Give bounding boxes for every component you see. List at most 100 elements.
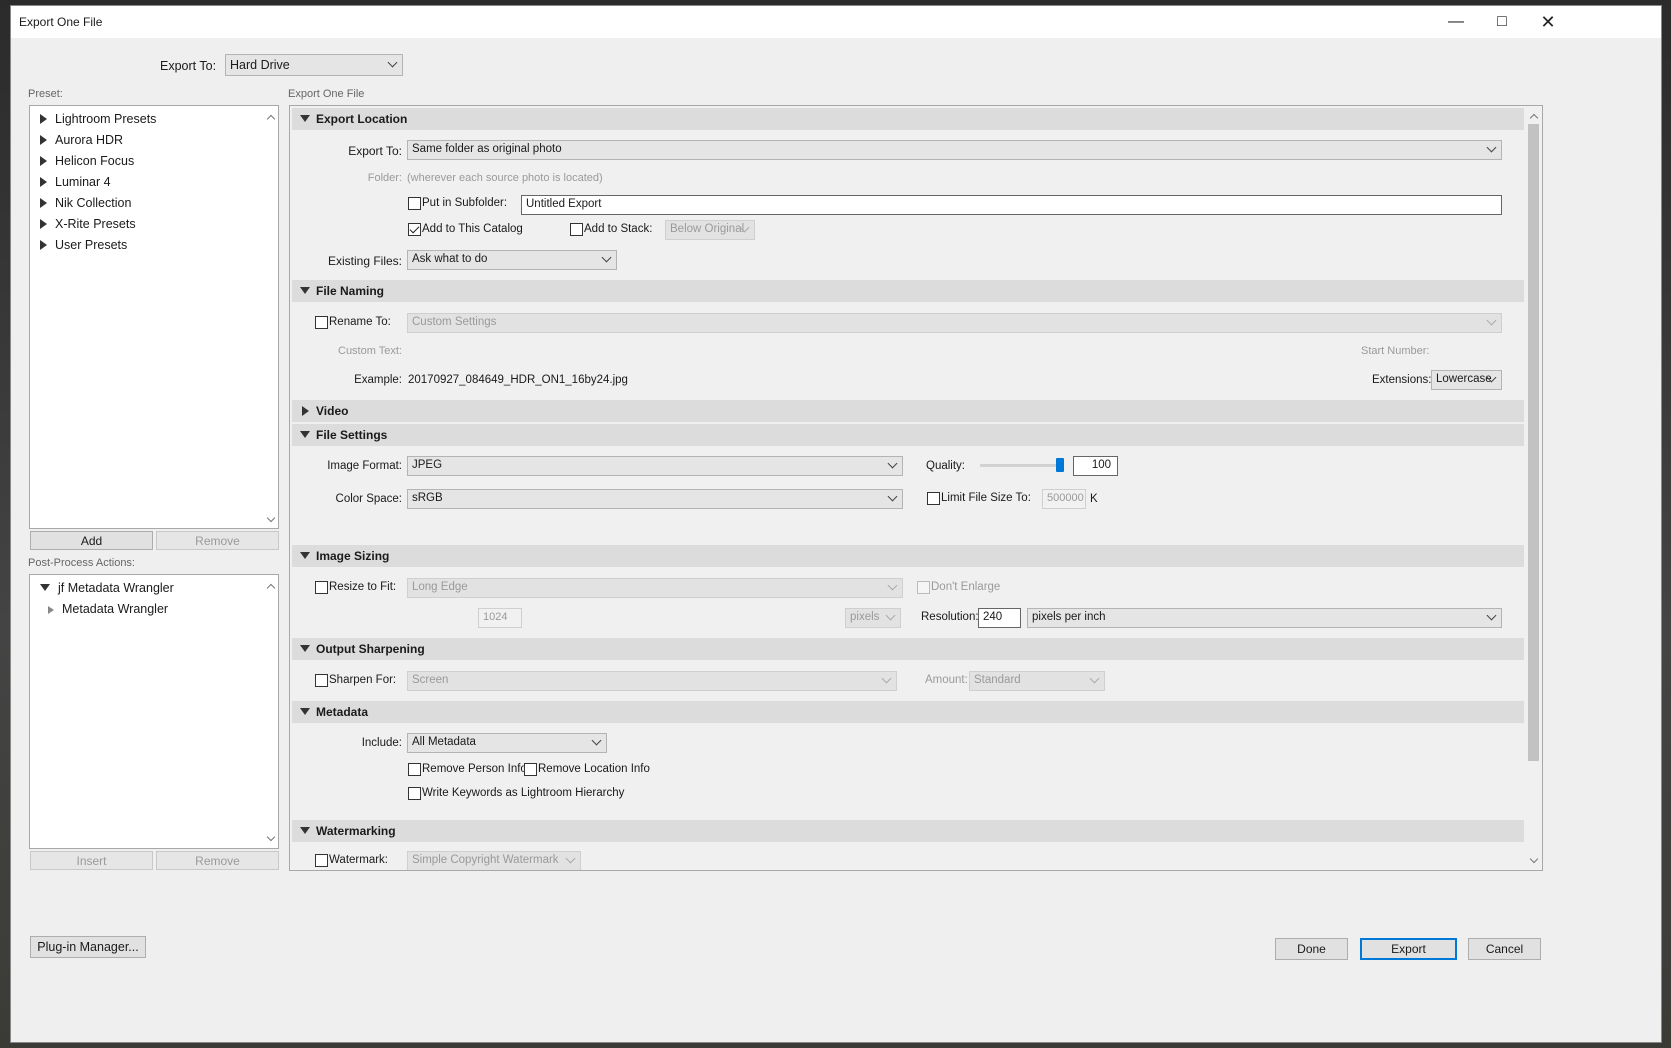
- preset-item[interactable]: Helicon Focus: [40, 154, 134, 168]
- chevron-down-icon: [1488, 317, 1496, 325]
- section-file-naming[interactable]: File Naming: [292, 280, 1524, 302]
- limit-file-size-input[interactable]: 500000: [1042, 489, 1086, 509]
- maximize-icon[interactable]: □: [1479, 6, 1525, 38]
- minimize-icon[interactable]: —: [1433, 6, 1479, 38]
- existing-files-select[interactable]: Ask what to do: [407, 250, 617, 270]
- section-video[interactable]: Video: [292, 400, 1524, 422]
- color-space-label: Color Space:: [335, 493, 402, 505]
- collapse-arrow-icon: [40, 584, 50, 591]
- include-metadata-select[interactable]: All Metadata: [407, 733, 607, 753]
- add-preset-button[interactable]: Add: [30, 531, 153, 550]
- scroll-down-icon[interactable]: [266, 514, 276, 524]
- preset-list[interactable]: Lightroom Presets Aurora HDR Helicon Foc…: [29, 105, 279, 529]
- image-format-label: Image Format:: [327, 460, 402, 472]
- rename-label: Rename To:: [329, 316, 391, 328]
- write-keywords-checkbox[interactable]: [408, 787, 421, 800]
- preset-item[interactable]: Aurora HDR: [40, 133, 123, 147]
- window-title: Export One File: [19, 15, 103, 29]
- section-export-location[interactable]: Export Location: [292, 108, 1524, 130]
- post-process-group[interactable]: jf Metadata Wrangler: [40, 581, 174, 595]
- quality-slider-thumb[interactable]: [1056, 458, 1064, 472]
- size-input[interactable]: 1024: [478, 608, 522, 628]
- amount-select[interactable]: Standard: [969, 671, 1105, 691]
- remove-person-info-checkbox[interactable]: [408, 763, 421, 776]
- close-icon[interactable]: ✕: [1525, 6, 1571, 38]
- watermark-checkbox[interactable]: [315, 854, 328, 867]
- scroll-up-icon[interactable]: [266, 581, 276, 591]
- limit-file-size-checkbox[interactable]: [927, 492, 940, 505]
- color-space-select[interactable]: sRGB: [407, 489, 903, 509]
- resize-checkbox[interactable]: [315, 581, 328, 594]
- limit-file-size-label: Limit File Size To:: [941, 492, 1031, 504]
- extensions-label: Extensions:: [1372, 374, 1432, 386]
- remove-person-info-label: Remove Person Info: [422, 763, 527, 775]
- chevron-down-icon: [887, 612, 895, 620]
- quality-input[interactable]: 100: [1073, 456, 1118, 476]
- extensions-select[interactable]: Lowercase: [1431, 370, 1502, 390]
- preset-item[interactable]: Nik Collection: [40, 196, 131, 210]
- section-image-sizing[interactable]: Image Sizing: [292, 545, 1524, 567]
- resolution-input[interactable]: 240: [978, 608, 1021, 628]
- scrollbar-thumb[interactable]: [1528, 124, 1539, 761]
- subfolder-label: Put in Subfolder:: [422, 197, 508, 209]
- chevron-down-icon: [389, 59, 397, 67]
- export-to-value: Hard Drive: [230, 58, 290, 72]
- section-output-sharpening[interactable]: Output Sharpening: [292, 638, 1524, 660]
- watermark-label: Watermark:: [329, 854, 388, 866]
- resolution-label: Resolution:: [921, 611, 979, 623]
- preset-item[interactable]: Luminar 4: [40, 175, 111, 189]
- resize-label: Resize to Fit:: [329, 581, 397, 593]
- quality-slider[interactable]: [980, 458, 1064, 472]
- add-to-catalog-checkbox[interactable]: [408, 223, 421, 236]
- export-to-select[interactable]: Hard Drive: [225, 54, 403, 76]
- section-metadata[interactable]: Metadata: [292, 701, 1524, 723]
- custom-text-label: Custom Text:: [338, 345, 402, 357]
- rename-template-select[interactable]: Custom Settings: [407, 313, 1502, 333]
- done-button[interactable]: Done: [1275, 938, 1348, 960]
- resolution-units-select[interactable]: pixels per inch: [1027, 608, 1502, 628]
- stack-position-select[interactable]: Below Original: [665, 220, 755, 240]
- image-format-select[interactable]: JPEG: [407, 456, 903, 476]
- subfolder-input[interactable]: Untitled Export: [521, 195, 1502, 215]
- scroll-up-icon[interactable]: [1529, 111, 1539, 121]
- preset-item[interactable]: Lightroom Presets: [40, 112, 156, 126]
- expand-arrow-icon: [40, 114, 47, 124]
- insert-action-button[interactable]: Insert: [30, 851, 153, 870]
- remove-preset-button[interactable]: Remove: [156, 531, 279, 550]
- settings-panel: Export Location Export To: Same folder a…: [289, 105, 1543, 871]
- add-to-stack-checkbox[interactable]: [570, 223, 583, 236]
- sharpen-label: Sharpen For:: [329, 674, 397, 686]
- export-button[interactable]: Export: [1360, 938, 1457, 960]
- sharpen-checkbox[interactable]: [315, 674, 328, 687]
- resize-mode-select[interactable]: Long Edge: [407, 578, 903, 598]
- scroll-down-icon[interactable]: [1529, 855, 1539, 865]
- scroll-down-icon[interactable]: [266, 833, 276, 843]
- watermark-select[interactable]: Simple Copyright Watermark: [407, 851, 581, 870]
- post-process-action[interactable]: Metadata Wrangler: [48, 602, 168, 616]
- size-units-select[interactable]: pixels: [845, 608, 901, 628]
- example-label: Example:: [354, 374, 402, 386]
- collapse-arrow-icon: [300, 827, 310, 834]
- cancel-button[interactable]: Cancel: [1468, 938, 1541, 960]
- remove-location-info-checkbox[interactable]: [524, 763, 537, 776]
- export-location-select[interactable]: Same folder as original photo: [407, 140, 1502, 160]
- preset-item[interactable]: X-Rite Presets: [40, 217, 136, 231]
- section-file-settings[interactable]: File Settings: [292, 424, 1524, 446]
- collapse-arrow-icon: [300, 431, 310, 438]
- plugin-manager-button[interactable]: Plug-in Manager...: [30, 936, 146, 958]
- section-watermarking[interactable]: Watermarking: [292, 820, 1524, 842]
- scroll-up-icon[interactable]: [266, 112, 276, 122]
- subfolder-checkbox[interactable]: [408, 197, 421, 210]
- export-to-label: Export To:: [160, 59, 217, 73]
- expand-arrow-icon: [40, 156, 47, 166]
- remove-action-button[interactable]: Remove: [156, 851, 279, 870]
- dont-enlarge-checkbox[interactable]: [917, 581, 930, 594]
- sharpen-for-select[interactable]: Screen: [407, 671, 897, 691]
- preset-item[interactable]: User Presets: [40, 238, 127, 252]
- rename-checkbox[interactable]: [315, 316, 328, 329]
- post-process-list[interactable]: jf Metadata Wrangler Metadata Wrangler: [29, 574, 279, 849]
- collapse-arrow-icon: [300, 645, 310, 652]
- settings-scrollbar[interactable]: [1526, 106, 1542, 870]
- start-number-label: Start Number:: [1361, 345, 1430, 357]
- expand-arrow-icon: [40, 240, 47, 250]
